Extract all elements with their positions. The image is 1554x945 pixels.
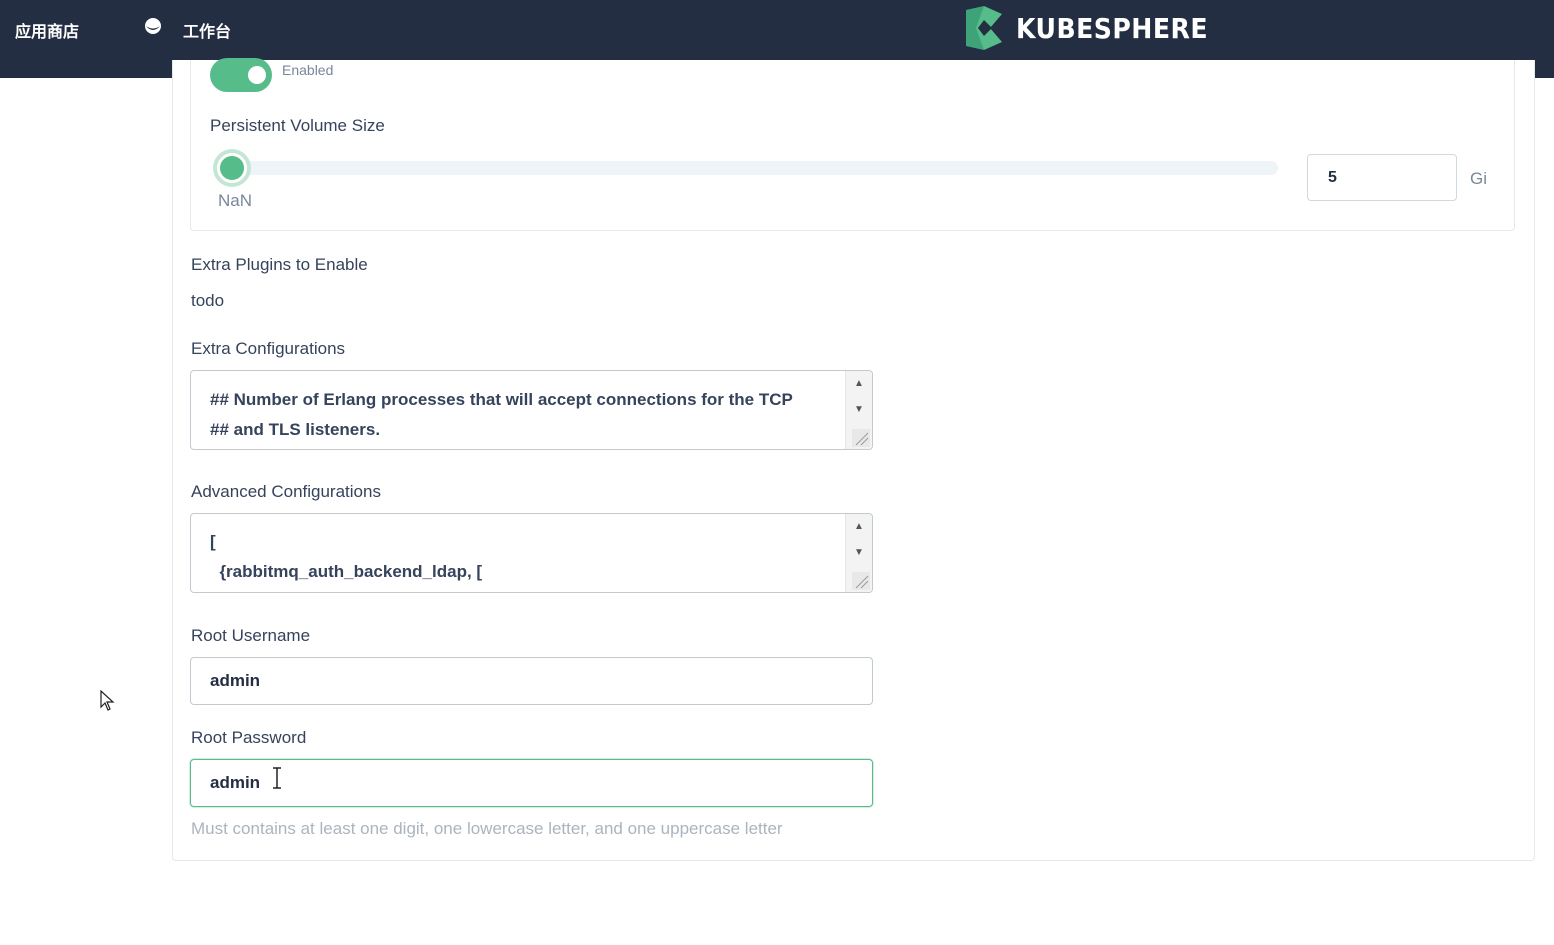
volume-size-slider-track[interactable] [232, 161, 1278, 175]
extra-configurations-label: Extra Configurations [191, 339, 346, 358]
ibeam-cursor-icon [273, 767, 281, 789]
nav-workbench[interactable]: 工作台 [183, 18, 231, 42]
advanced-config-line-2: {rabbitmq_auth_backend_ldap, [ [210, 562, 483, 581]
volume-size-input[interactable] [1307, 154, 1457, 201]
extra-configurations-textarea[interactable]: ## Number of Erlang processes that will … [190, 370, 873, 450]
persistence-card [190, 60, 1515, 231]
extra-plugins-label: Extra Plugins to Enable [191, 255, 368, 274]
extra-configurations-content: ## Number of Erlang processes that will … [210, 385, 842, 445]
root-password-input[interactable] [190, 759, 873, 807]
logo-text: KUBESPHERE [1016, 11, 1209, 45]
scroll-down-arrow-icon[interactable]: ▼ [852, 546, 866, 560]
scroll-up-arrow-icon[interactable]: ▲ [852, 377, 866, 391]
advanced-configurations-content: [ {rabbitmq_auth_backend_ldap, [ [210, 527, 842, 587]
password-hint: Must contains at least one digit, one lo… [191, 819, 783, 838]
kubesphere-logo-icon [966, 6, 1002, 50]
advanced-configurations-label: Advanced Configurations [191, 482, 381, 501]
mouse-pointer-icon [100, 690, 115, 711]
slider-mark: NaN [218, 191, 253, 210]
volume-size-slider-handle[interactable] [217, 153, 247, 183]
resize-grip-icon[interactable] [852, 429, 870, 447]
resize-grip-icon[interactable] [852, 572, 870, 590]
toggle-label: Enabled [282, 62, 334, 78]
extra-plugins-value: todo [191, 291, 225, 310]
globe-icon[interactable] [144, 17, 162, 35]
volume-size-unit: Gi [1470, 169, 1487, 188]
volume-size-label: Persistent Volume Size [210, 116, 385, 135]
scroll-up-arrow-icon[interactable]: ▲ [852, 520, 866, 534]
root-password-label: Root Password [191, 728, 307, 747]
root-username-label: Root Username [191, 626, 311, 645]
toggle-knob [248, 66, 266, 84]
advanced-configurations-textarea[interactable]: [ {rabbitmq_auth_backend_ldap, [ ▲ ▼ [190, 513, 873, 593]
scroll-down-arrow-icon[interactable]: ▼ [852, 403, 866, 417]
kubesphere-logo[interactable]: KUBESPHERE [962, 6, 1229, 50]
extra-config-line-2: ## and TLS listeners. [210, 420, 381, 439]
persistence-toggle[interactable] [210, 58, 272, 92]
nav-app-store[interactable]: 应用商店 [15, 18, 79, 42]
advanced-config-line-1: [ [210, 532, 216, 551]
root-username-input[interactable] [190, 657, 873, 705]
extra-config-line-1: ## Number of Erlang processes that will … [210, 390, 793, 409]
